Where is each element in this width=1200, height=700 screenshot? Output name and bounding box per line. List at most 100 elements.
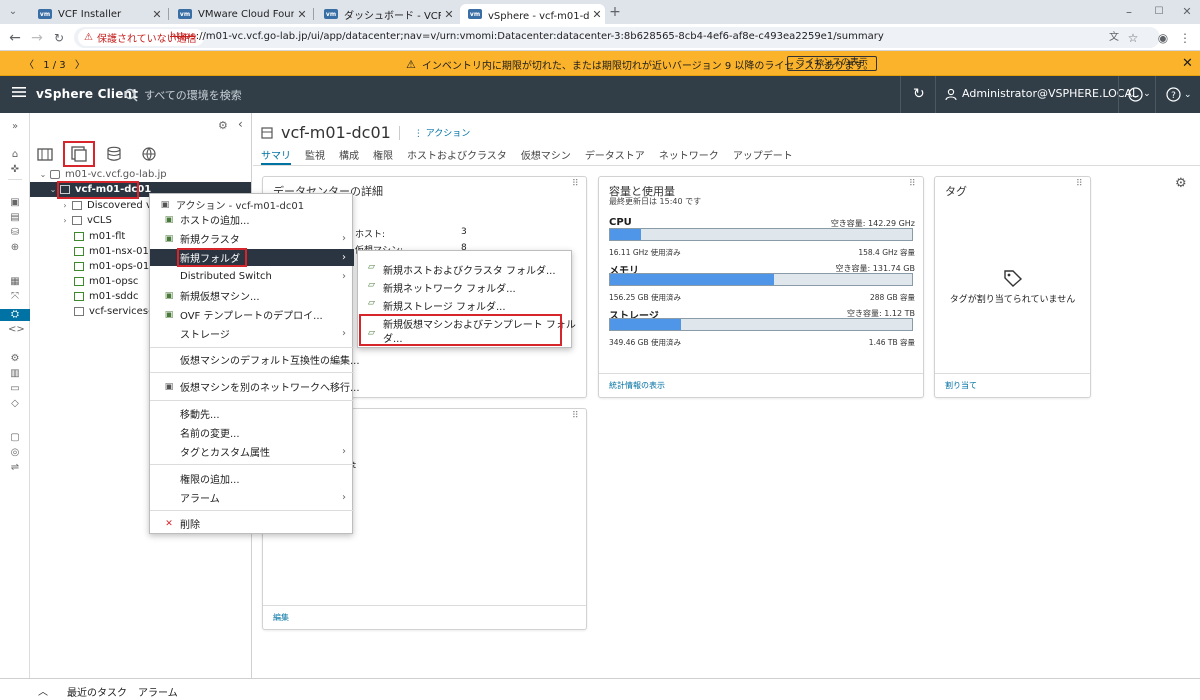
networking-icon[interactable]: ⊕ [8,242,22,254]
hosts-clusters-view-icon[interactable] [34,143,56,165]
url-field[interactable]: ⚠ 保護されていない通信 https://m01-vc.vcf.go-lab.j… [74,27,1160,48]
view-stats-link[interactable]: 統計情報の表示 [609,380,665,391]
browser-tab-vcf-installer[interactable]: vm VCF Installer ✕ [30,4,165,24]
tab-networks[interactable]: ネットワーク [659,147,719,165]
settings-gear-icon[interactable]: ⚙ [218,119,228,132]
tab-updates[interactable]: アップデート [733,147,793,165]
tab-list-chevron-icon[interactable]: ⌄ [4,3,22,21]
translate-icon[interactable]: 文 [1105,29,1123,47]
hamburger-menu-icon[interactable] [12,86,26,98]
expand-chevron-icon[interactable]: › [60,201,70,210]
collapse-panel-icon[interactable]: ‹ [238,117,243,131]
lifecycle-icon[interactable]: ▢ [8,432,22,444]
maximize-icon[interactable]: ☐ [1150,3,1168,21]
vms-templates-view-icon[interactable] [68,143,90,165]
edit-attributes-link[interactable]: 編集 [273,612,289,623]
actions-menu-button[interactable]: ⋮ アクション [414,126,470,139]
vms-templates-icon[interactable]: ▤ [8,212,22,224]
menu-item-rename[interactable]: 名前の変更... [150,424,354,441]
menu-item-new-vm[interactable]: ▣ 新規仮想マシン... [150,287,354,304]
tab-monitor[interactable]: 監視 [305,147,325,165]
close-tab-icon[interactable]: ✕ [149,8,165,21]
tab-configure[interactable]: 構成 [339,147,359,165]
customize-view-gear-icon[interactable]: ⚙ [1175,176,1187,191]
storage-view-icon[interactable] [103,143,125,165]
menu-item-new-host-cluster-folder[interactable]: ▱ 新規ホストおよびクラスタ フォルダ... [368,262,568,277]
menu-item-new-cluster[interactable]: ▣ 新規クラスタ › [150,230,354,247]
user-menu[interactable]: Administrator@VSPHERE.LOCAL ⌄ [945,87,1151,100]
global-search[interactable]: すべての環境を検索 [124,87,242,103]
menu-item-new-network-folder[interactable]: ▱ 新規ネットワーク フォルダ... [368,280,568,295]
menu-item-alarms[interactable]: アラーム › [150,489,354,506]
browser-menu-icon[interactable]: ⋮ [1176,29,1194,47]
profile-icon[interactable]: ◉ [1154,29,1172,47]
show-license-button[interactable]: ライセンスの表示 [787,56,877,71]
tasks-icon[interactable]: ▥ [8,368,22,380]
collapse-rail-icon[interactable]: » [8,121,22,133]
minimize-icon[interactable]: – [1120,3,1138,21]
security-icon[interactable]: ◎ [8,447,22,459]
policies-icon[interactable]: ⚙ [8,353,22,365]
developer-icon[interactable]: <> [8,324,25,336]
menu-item-new-vm-template-folder[interactable]: ▱ 新規仮想マシンおよびテンプレート フォル ダ... [368,319,576,347]
global-inventory-icon[interactable]: ⛭ [8,309,22,321]
drag-handle-icon[interactable]: ⠿ [572,180,580,192]
close-banner-icon[interactable]: ✕ [1182,56,1193,71]
menu-item-new-storage-folder[interactable]: ▱ 新規ストレージ フォルダ... [368,298,568,313]
expand-chevron-icon[interactable]: ⌄ [38,170,48,179]
drag-handle-icon[interactable]: ⠿ [572,412,580,424]
menu-item-add-host[interactable]: ▣ ホストの追加... [150,211,354,228]
next-chevron-icon[interactable]: 〉 [75,60,85,71]
browser-tab-vcf-automation[interactable]: vm ダッシュボード - VCF Automation ✕ [316,4,457,24]
menu-item-distributed-switch[interactable]: Distributed Switch › [150,268,354,285]
menu-item-add-permission[interactable]: 権限の追加... [150,470,354,487]
menu-item-new-folder[interactable]: 新規フォルダ › [150,249,354,266]
menu-item-move-to[interactable]: 移動先... [150,405,354,422]
refresh-icon[interactable]: ↻ [913,86,925,102]
new-tab-icon[interactable]: + [606,3,624,21]
tab-datastores[interactable]: データストア [585,147,645,165]
back-icon[interactable]: ← [6,29,24,47]
browser-tab-vsphere[interactable]: vm vSphere - vcf-m01-dc01 - サマリ ✕ [460,4,605,24]
browser-tab-vcf-operations[interactable]: vm VMware Cloud Foundation Ope ✕ [170,4,310,24]
help-menu[interactable]: ? ⌄ [1166,87,1192,102]
expand-chevron-icon[interactable]: › [60,216,70,225]
menu-item-storage[interactable]: ストレージ › [150,325,354,342]
menu-item-deploy-ovf[interactable]: ▣ OVF テンプレートのデプロイ... [150,306,354,323]
networking-view-icon[interactable] [138,143,160,165]
feedback-smile-icon[interactable] [1128,87,1143,102]
hosts-clusters-icon[interactable]: ▣ [8,197,22,209]
tree-root-vcenter[interactable]: ⌄ m01-vc.vcf.go-lab.jp [38,167,260,182]
assign-tags-link[interactable]: 割り当て [945,380,977,391]
storage-icon[interactable]: ⛁ [8,227,22,239]
events-icon[interactable]: ▭ [8,383,22,395]
close-tab-icon[interactable]: ✕ [441,8,457,21]
menu-item-edit-vm-compat[interactable]: 仮想マシンのデフォルト互換性の編集... [150,351,360,368]
tab-hosts-clusters[interactable]: ホストおよびクラスタ [407,147,507,165]
tab-summary[interactable]: サマリ [261,147,291,165]
close-window-icon[interactable]: ✕ [1178,3,1196,21]
tags-icon[interactable]: ◇ [8,398,22,410]
menu-item-migrate-vm-network[interactable]: ▣ 仮想マシンを別のネットワークへ移行... [150,378,360,395]
recent-tasks-tab[interactable]: 最近のタスク [67,684,127,699]
forward-icon[interactable]: → [28,29,46,47]
bookmark-star-icon[interactable]: ☆ [1124,29,1142,47]
expand-chevron-icon[interactable]: ⌄ [48,185,58,194]
reload-icon[interactable]: ↻ [50,29,68,47]
close-tab-icon[interactable]: ✕ [589,8,605,21]
shortcuts-icon[interactable]: ✜ [8,164,22,176]
expand-tasks-chevron-icon[interactable]: ︿ [38,683,48,698]
menu-item-delete[interactable]: ✕ 削除 [150,515,354,532]
prev-chevron-icon[interactable]: 〈 [24,60,34,71]
tab-vms[interactable]: 仮想マシン [521,147,571,165]
drag-handle-icon[interactable]: ⠿ [1076,180,1084,192]
workload-icon[interactable]: ⤧ [8,291,22,303]
menu-item-tags-attributes[interactable]: タグとカスタム属性 › [150,443,354,460]
alarms-tab[interactable]: アラーム [138,684,178,699]
close-tab-icon[interactable]: ✕ [294,8,310,21]
drag-handle-icon[interactable]: ⠿ [909,180,917,192]
content-libraries-icon[interactable]: ▦ [8,276,22,288]
tab-permissions[interactable]: 権限 [373,147,393,165]
migrate-icon[interactable]: ⇌ [8,462,22,474]
home-icon[interactable]: ⌂ [8,149,22,161]
